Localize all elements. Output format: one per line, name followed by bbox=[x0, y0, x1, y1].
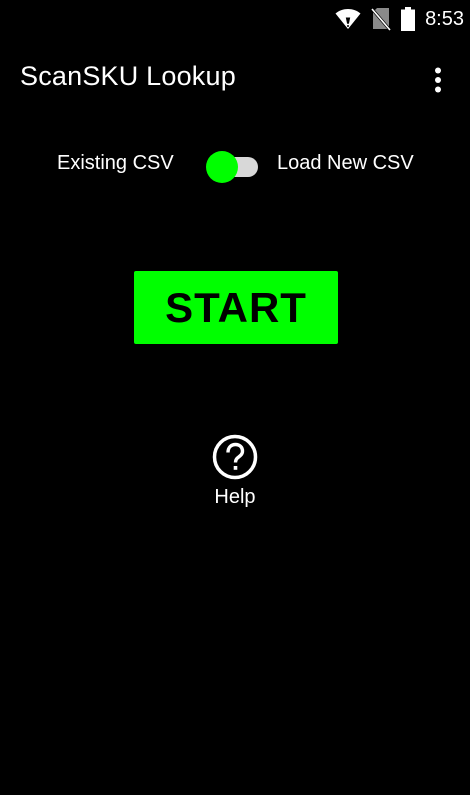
app-bar: ScanSKU Lookup bbox=[0, 38, 470, 120]
start-button-label: START bbox=[165, 283, 307, 331]
load-new-csv-label: Load New CSV bbox=[277, 152, 414, 174]
csv-source-switch[interactable] bbox=[206, 148, 260, 183]
no-sim-icon bbox=[371, 7, 392, 31]
existing-csv-label: Existing CSV bbox=[57, 152, 174, 174]
wifi-icon bbox=[335, 8, 361, 30]
status-icons: 8:53 bbox=[335, 0, 464, 38]
help-circle-icon bbox=[212, 434, 258, 480]
app-title: ScanSKU Lookup bbox=[20, 61, 236, 91]
csv-toggle-row: Existing CSV Load New CSV bbox=[0, 144, 470, 184]
more-vert-icon[interactable] bbox=[416, 58, 460, 102]
status-time: 8:53 bbox=[425, 7, 464, 30]
battery-icon bbox=[401, 7, 416, 31]
status-bar: 8:53 bbox=[0, 0, 470, 38]
start-button[interactable]: START bbox=[134, 271, 338, 344]
help-button[interactable]: Help bbox=[185, 430, 285, 520]
switch-thumb bbox=[206, 151, 238, 183]
help-label: Help bbox=[214, 486, 256, 508]
